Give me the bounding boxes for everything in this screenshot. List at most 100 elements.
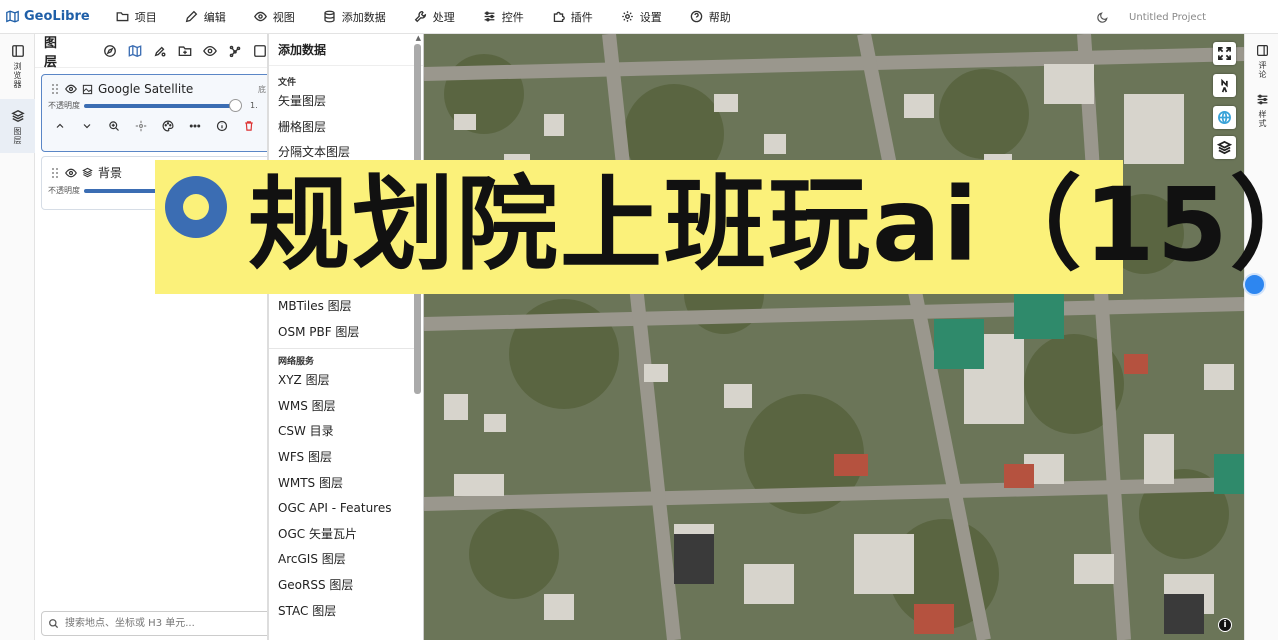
add-data-menu: ▲ 添加数据 文件 矢量图层 栅格图层 分隔文本图层 MBTiles 图层 OSM P…: [268, 34, 424, 640]
menu-item-web-service[interactable]: CSW 目录: [269, 418, 423, 444]
palette-icon[interactable]: [162, 120, 174, 132]
menu-help-label: 帮助: [708, 10, 731, 24]
rail-comments-button[interactable]: 评论: [1245, 34, 1278, 79]
folder-plus-icon[interactable]: [178, 44, 192, 58]
menu-item-file[interactable]: OSM PBF 图层: [269, 318, 423, 344]
menu-item-web-service[interactable]: STAC 图层: [269, 597, 423, 623]
menu-add-data[interactable]: 添加数据: [309, 0, 400, 34]
rail-browser-label: 浏览器: [13, 62, 22, 89]
fullscreen-button[interactable]: [1213, 42, 1236, 65]
overlay-banner: 规划院上班玩ai（15）: [155, 160, 1278, 294]
compass-icon[interactable]: [103, 44, 117, 58]
app-brand[interactable]: GeoLibre: [6, 9, 90, 24]
info-icon[interactable]: [216, 120, 228, 132]
menu-bar: GeoLibre 项目 编辑 视图 添加数据 处理 控件 插件 设置 帮助 Un…: [0, 0, 1278, 34]
left-rail: 浏览器 图层: [0, 34, 35, 640]
menubar-right: Untitled Project: [1097, 0, 1206, 34]
menu-settings[interactable]: 设置: [607, 0, 676, 34]
menu-controls-label: 控件: [501, 10, 524, 24]
scroll-up-arrow[interactable]: ▲: [416, 34, 421, 42]
rail-comments-label: 评论: [1258, 61, 1267, 79]
right-rail: 评论 样式: [1244, 34, 1278, 640]
layers-panel: 图层 Google Satellite 底 不透明度 1. 背景 不透明度 搜索…: [35, 34, 268, 640]
north-button[interactable]: [1213, 74, 1236, 97]
menu-item-web-service[interactable]: ArcGIS 图层: [269, 546, 423, 572]
eye-icon[interactable]: [65, 83, 77, 95]
banner-circle-graphic: [165, 176, 227, 238]
menu-help[interactable]: 帮助: [676, 0, 745, 34]
search-input[interactable]: [63, 617, 263, 630]
drag-handle-icon[interactable]: [50, 83, 60, 95]
rail-style-button[interactable]: 样式: [1245, 83, 1278, 128]
menu-process-label: 处理: [432, 10, 455, 24]
sliders-icon: [484, 11, 495, 22]
opacity-value: 1.: [250, 101, 258, 110]
menu-item-web-service[interactable]: OGC 矢量瓦片: [269, 521, 423, 547]
drag-handle-icon[interactable]: [50, 167, 60, 179]
map-icon: [6, 10, 19, 23]
panel-icon[interactable]: [253, 44, 267, 58]
search-icon: [49, 619, 59, 629]
layer-card-google-satellite[interactable]: Google Satellite 底 不透明度 1.: [41, 74, 267, 152]
eye-icon[interactable]: [65, 167, 77, 179]
crosshair-icon[interactable]: [135, 120, 147, 132]
menu-item-web-service[interactable]: WMTS 图层: [269, 469, 423, 495]
location-search[interactable]: [41, 611, 267, 636]
menu-item-web-service[interactable]: OGC API - Features: [269, 495, 423, 521]
section-web-services: 网络服务: [278, 356, 315, 367]
menu-view[interactable]: 视图: [240, 0, 309, 34]
gear-icon: [621, 11, 633, 22]
wrench-icon: [414, 10, 426, 23]
file-items-top: 矢量图层 栅格图层 分隔文本图层: [269, 88, 423, 165]
rail-layers-button[interactable]: 图层: [0, 99, 35, 153]
scatter-icon[interactable]: [228, 44, 242, 58]
menu-plugins[interactable]: 插件: [538, 0, 607, 34]
map-view[interactable]: i: [424, 34, 1244, 640]
info-attribution-icon[interactable]: i: [1218, 618, 1232, 632]
menu-item-file[interactable]: 栅格图层: [269, 114, 423, 140]
rail-browser-button[interactable]: 浏览器: [0, 34, 35, 89]
opacity-row: 不透明度 1.: [42, 96, 267, 112]
menu-view-label: 视图: [272, 10, 295, 24]
map-icon[interactable]: [128, 44, 142, 58]
chevron-up-icon[interactable]: [54, 120, 66, 132]
menu-item-file[interactable]: 矢量图层: [269, 88, 423, 114]
opacity-slider[interactable]: [84, 98, 242, 112]
zoom-to-icon[interactable]: [108, 120, 120, 132]
menu-project-label: 项目: [134, 10, 157, 24]
project-name[interactable]: Untitled Project: [1129, 12, 1206, 23]
banner-text: 规划院上班玩ai（15）: [248, 166, 1278, 285]
puzzle-icon: [553, 11, 565, 23]
layers-icon: [1217, 140, 1232, 155]
eye-icon[interactable]: [203, 44, 217, 58]
slider-knob[interactable]: [229, 98, 242, 112]
menu-project[interactable]: 项目: [102, 0, 171, 34]
folder-icon: [116, 12, 129, 22]
more-icon[interactable]: [189, 120, 201, 132]
menu-edit-label: 编辑: [203, 10, 226, 24]
menu-item-file[interactable]: MBTiles 图层: [269, 293, 423, 319]
menu-process[interactable]: 处理: [400, 0, 469, 34]
brand-label: GeoLibre: [24, 9, 90, 24]
trash-icon[interactable]: [243, 120, 255, 132]
menu-item-web-service[interactable]: XYZ 图层: [269, 367, 423, 393]
file-items-bottom: MBTiles 图层 OSM PBF 图层: [269, 293, 423, 344]
menu-item-web-service[interactable]: WMS 图层: [269, 393, 423, 419]
menu-settings-label: 设置: [639, 10, 662, 24]
eye-icon: [253, 11, 267, 22]
layers-icon: [10, 110, 25, 122]
basemap-button[interactable]: [1213, 136, 1236, 159]
globe-icon: [1218, 111, 1231, 124]
menu-controls[interactable]: 控件: [469, 0, 538, 34]
rail-layers-label: 图层: [13, 127, 22, 145]
menu-item-web-service[interactable]: WFS 图层: [269, 444, 423, 470]
menu-item-web-service[interactable]: GeoRSS 图层: [269, 572, 423, 598]
layers-toolbar: [103, 44, 267, 58]
layer-actions: [42, 111, 267, 132]
moon-icon[interactable]: [1097, 11, 1109, 23]
menu-edit[interactable]: 编辑: [171, 0, 240, 34]
draw-icon[interactable]: [153, 44, 167, 58]
globe-button[interactable]: [1213, 106, 1236, 129]
chevron-down-icon[interactable]: [81, 120, 93, 132]
panel-right-icon: [1257, 45, 1268, 56]
